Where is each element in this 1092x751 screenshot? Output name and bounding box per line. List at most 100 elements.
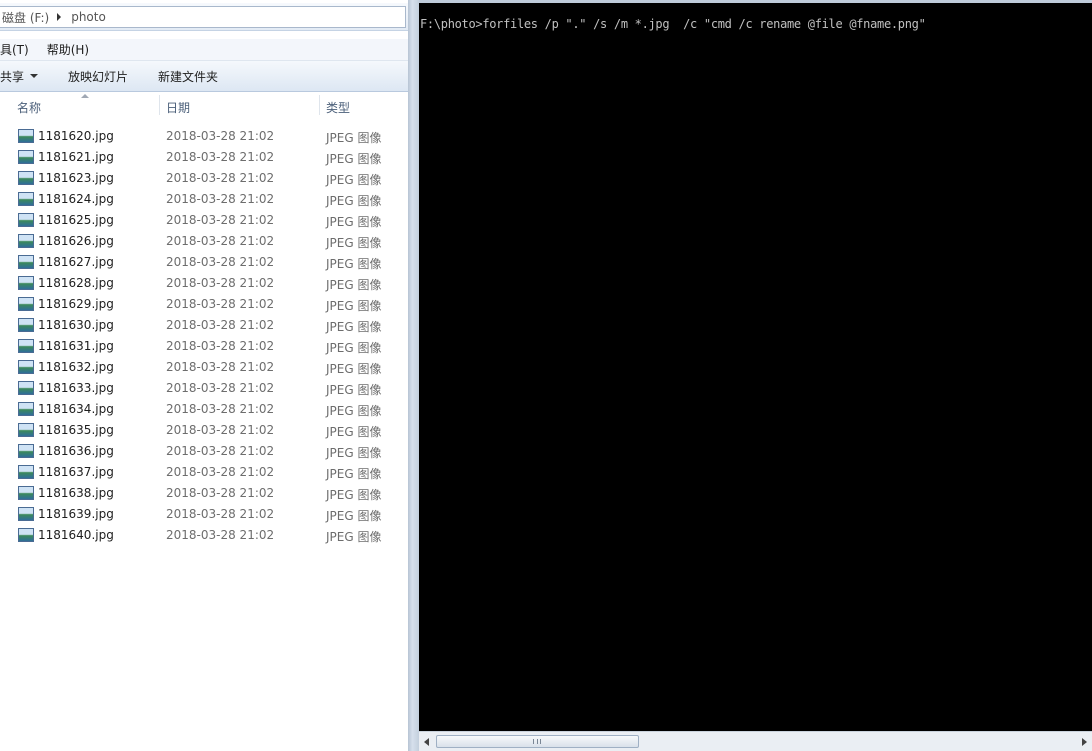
file-type: JPEG 图像 (326, 152, 382, 166)
file-date: 2018-03-28 21:02 (166, 297, 275, 311)
file-name: 1181630.jpg (38, 318, 114, 332)
file-date: 2018-03-28 21:02 (166, 528, 275, 542)
file-name: 1181640.jpg (38, 528, 114, 542)
file-name: 1181626.jpg (38, 234, 114, 248)
jpeg-image-icon (18, 423, 34, 437)
share-label: 共享 (0, 69, 25, 84)
chevron-down-icon (30, 74, 39, 78)
file-row[interactable]: 1181631.jpg 2018-03-28 21:02 JPEG 图像 (0, 336, 410, 357)
file-name: 1181627.jpg (38, 255, 114, 269)
file-date: 2018-03-28 21:02 (166, 465, 275, 479)
file-date: 2018-03-28 21:02 (166, 192, 275, 206)
file-date: 2018-03-28 21:02 (166, 171, 275, 185)
file-date: 2018-03-28 21:02 (166, 150, 275, 164)
column-divider[interactable] (159, 95, 160, 115)
file-type: JPEG 图像 (326, 320, 382, 334)
menu-tools[interactable]: 具(T) (0, 41, 29, 58)
jpeg-image-icon (18, 192, 34, 206)
file-name: 1181637.jpg (38, 465, 114, 479)
jpeg-image-icon (18, 486, 34, 500)
file-row[interactable]: 1181632.jpg 2018-03-28 21:02 JPEG 图像 (0, 357, 410, 378)
jpeg-image-icon (18, 129, 34, 143)
chevron-right-icon[interactable] (57, 13, 62, 21)
jpeg-image-icon (18, 528, 34, 542)
file-row[interactable]: 1181634.jpg 2018-03-28 21:02 JPEG 图像 (0, 399, 410, 420)
jpeg-image-icon (18, 360, 34, 374)
file-row[interactable]: 1181621.jpg 2018-03-28 21:02 JPEG 图像 (0, 147, 410, 168)
file-date: 2018-03-28 21:02 (166, 381, 275, 395)
menu-help[interactable]: 帮助(H) (47, 41, 89, 58)
scrollbar-thumb[interactable] (436, 735, 639, 748)
file-row[interactable]: 1181629.jpg 2018-03-28 21:02 JPEG 图像 (0, 294, 410, 315)
slideshow-button[interactable]: 放映幻灯片 (68, 68, 128, 85)
file-date: 2018-03-28 21:02 (166, 276, 275, 290)
file-name: 1181634.jpg (38, 402, 114, 416)
breadcrumb-drive[interactable]: 磁盘 (F:) (2, 9, 49, 26)
jpeg-image-icon (18, 276, 34, 290)
address-bar: 磁盘 (F:) photo (0, 3, 410, 31)
file-row[interactable]: 1181636.jpg 2018-03-28 21:02 JPEG 图像 (0, 441, 410, 462)
file-date: 2018-03-28 21:02 (166, 486, 275, 500)
file-name: 1181636.jpg (38, 444, 114, 458)
file-row[interactable]: 1181620.jpg 2018-03-28 21:02 JPEG 图像 (0, 126, 410, 147)
file-type: JPEG 图像 (326, 215, 382, 229)
file-type: JPEG 图像 (326, 341, 382, 355)
file-type: JPEG 图像 (326, 530, 382, 544)
address-box[interactable]: 磁盘 (F:) photo (0, 6, 406, 28)
column-date[interactable]: 日期 (166, 99, 190, 116)
explorer-window: 磁盘 (F:) photo 具(T) 帮助(H) 共享 放映幻灯片 新建文件夹 … (0, 0, 410, 751)
file-date: 2018-03-28 21:02 (166, 507, 275, 521)
file-type: JPEG 图像 (326, 425, 382, 439)
column-divider[interactable] (319, 95, 320, 115)
horizontal-scrollbar[interactable] (419, 731, 1092, 751)
command-prompt-window[interactable]: F:\photo>forfiles /p "." /s /m *.jpg /c … (419, 0, 1092, 751)
file-date: 2018-03-28 21:02 (166, 129, 275, 143)
file-row[interactable]: 1181640.jpg 2018-03-28 21:02 JPEG 图像 (0, 525, 410, 546)
new-folder-button[interactable]: 新建文件夹 (158, 68, 218, 85)
window-splitter[interactable] (408, 0, 419, 751)
command-line-text: F:\photo>forfiles /p "." /s /m *.jpg /c … (420, 17, 926, 31)
file-type: JPEG 图像 (326, 299, 382, 313)
file-row[interactable]: 1181638.jpg 2018-03-28 21:02 JPEG 图像 (0, 483, 410, 504)
scroll-right-icon[interactable] (1082, 738, 1087, 746)
file-type: JPEG 图像 (326, 383, 382, 397)
file-row[interactable]: 1181627.jpg 2018-03-28 21:02 JPEG 图像 (0, 252, 410, 273)
file-row[interactable]: 1181625.jpg 2018-03-28 21:02 JPEG 图像 (0, 210, 410, 231)
file-type: JPEG 图像 (326, 257, 382, 271)
column-type[interactable]: 类型 (326, 99, 350, 116)
column-name[interactable]: 名称 (17, 99, 41, 116)
jpeg-image-icon (18, 402, 34, 416)
file-row[interactable]: 1181639.jpg 2018-03-28 21:02 JPEG 图像 (0, 504, 410, 525)
jpeg-image-icon (18, 234, 34, 248)
file-name: 1181624.jpg (38, 192, 114, 206)
file-type: JPEG 图像 (326, 173, 382, 187)
file-name: 1181629.jpg (38, 297, 114, 311)
file-row[interactable]: 1181626.jpg 2018-03-28 21:02 JPEG 图像 (0, 231, 410, 252)
file-date: 2018-03-28 21:02 (166, 318, 275, 332)
share-button[interactable]: 共享 (0, 68, 39, 85)
file-name: 1181621.jpg (38, 150, 114, 164)
breadcrumb-folder[interactable]: photo (71, 10, 106, 24)
menu-bar: 具(T) 帮助(H) (0, 39, 410, 61)
file-name: 1181620.jpg (38, 129, 114, 143)
file-name: 1181632.jpg (38, 360, 114, 374)
sort-ascending-icon (81, 94, 89, 98)
jpeg-image-icon (18, 255, 34, 269)
file-row[interactable]: 1181628.jpg 2018-03-28 21:02 JPEG 图像 (0, 273, 410, 294)
jpeg-image-icon (18, 213, 34, 227)
file-row[interactable]: 1181633.jpg 2018-03-28 21:02 JPEG 图像 (0, 378, 410, 399)
scroll-left-icon[interactable] (424, 738, 429, 746)
file-type: JPEG 图像 (326, 488, 382, 502)
file-row[interactable]: 1181623.jpg 2018-03-28 21:02 JPEG 图像 (0, 168, 410, 189)
file-date: 2018-03-28 21:02 (166, 402, 275, 416)
file-name: 1181625.jpg (38, 213, 114, 227)
file-name: 1181628.jpg (38, 276, 114, 290)
jpeg-image-icon (18, 150, 34, 164)
file-row[interactable]: 1181637.jpg 2018-03-28 21:02 JPEG 图像 (0, 462, 410, 483)
file-row[interactable]: 1181630.jpg 2018-03-28 21:02 JPEG 图像 (0, 315, 410, 336)
file-row[interactable]: 1181635.jpg 2018-03-28 21:02 JPEG 图像 (0, 420, 410, 441)
file-date: 2018-03-28 21:02 (166, 234, 275, 248)
file-row[interactable]: 1181624.jpg 2018-03-28 21:02 JPEG 图像 (0, 189, 410, 210)
file-date: 2018-03-28 21:02 (166, 339, 275, 353)
command-toolbar: 共享 放映幻灯片 新建文件夹 (0, 61, 410, 92)
